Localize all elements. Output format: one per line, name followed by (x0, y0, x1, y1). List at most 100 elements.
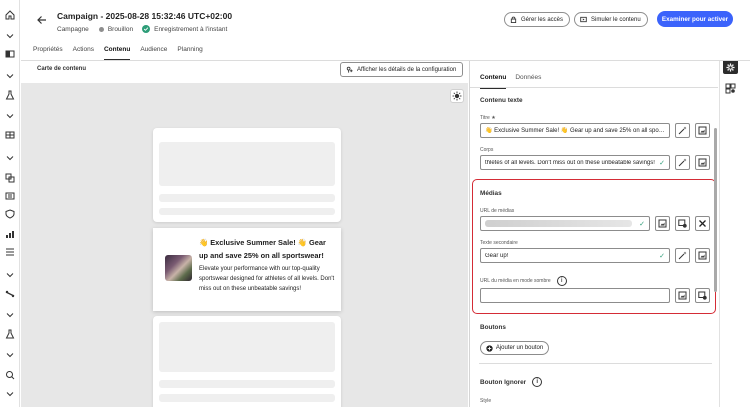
add-circle-icon (486, 344, 493, 352)
personalize-title-button[interactable] (675, 123, 690, 138)
asset-icon (658, 219, 667, 228)
assets-settings-icon[interactable] (725, 81, 736, 94)
templates-icon[interactable] (4, 190, 16, 202)
media-url-label: URL de médias (480, 208, 515, 214)
info-icon[interactable]: i (532, 377, 543, 387)
placeholder-line (159, 394, 335, 402)
placeholder-line (159, 380, 335, 388)
review-to-activate-button[interactable]: Examiner pour activer (657, 11, 733, 27)
chart-icon[interactable] (4, 228, 16, 240)
add-button-button[interactable]: Ajouter un bouton (480, 341, 549, 355)
tab-properties[interactable]: Propriétés (33, 46, 63, 61)
insert-asset-media-button[interactable] (655, 216, 670, 231)
chevron-down-icon[interactable] (4, 309, 16, 321)
style-label: Style (480, 398, 492, 404)
save-status: Enregistrement à l'instant (154, 25, 228, 33)
placeholder-line (159, 194, 335, 202)
secondary-text-value: Gear up! (485, 252, 509, 259)
insert-asset-title-button[interactable] (695, 123, 710, 138)
add-button-label: Ajouter un bouton (495, 345, 544, 351)
tab-planning[interactable]: Planning (177, 46, 202, 61)
select-dark-media-button[interactable] (695, 288, 710, 303)
text-content-heading: Contenu texte (480, 97, 523, 104)
panel-tabs-divider (470, 87, 718, 88)
canvas-label: Carte de contenu (37, 66, 87, 72)
media-heading: Médias (480, 190, 502, 197)
settings-icon[interactable] (723, 61, 738, 74)
dark-media-label-text: URL du média en mode sombre (480, 278, 551, 284)
body-field-label: Corps (480, 147, 494, 153)
flask-icon[interactable] (4, 328, 16, 340)
main-tabs: Propriétés Actions Contenu Audience Plan… (33, 46, 213, 61)
media-url-field[interactable]: ✓ (480, 216, 650, 231)
chevron-down-icon[interactable] (4, 30, 16, 42)
chevron-down-icon[interactable] (4, 70, 16, 82)
panel-scrollbar[interactable] (714, 128, 717, 292)
saved-check-icon (142, 25, 151, 33)
magic-wand-icon (678, 126, 687, 135)
personalize-secondary-button[interactable] (675, 248, 690, 263)
valid-check-icon: ✓ (639, 220, 645, 228)
chevron-down-icon[interactable] (4, 269, 16, 281)
magic-wand-icon (678, 158, 687, 167)
placeholder-card (153, 128, 341, 222)
personalize-body-button[interactable] (675, 155, 690, 170)
insert-asset-body-button[interactable] (695, 155, 710, 170)
placeholder-block (159, 142, 335, 186)
asset-icon (678, 291, 687, 300)
tab-actions[interactable]: Actions (73, 46, 94, 61)
show-config-details-label: Afficher les détails de la configuration (357, 66, 457, 73)
settings-search-icon[interactable] (4, 369, 16, 381)
content-card-preview[interactable]: 👋 Exclusive Summer Sale! 👋 Gear up and s… (153, 228, 341, 311)
valid-check-icon: ✓ (659, 159, 665, 167)
table-icon[interactable] (4, 129, 16, 141)
magic-wand-icon (678, 251, 687, 260)
insert-asset-secondary-button[interactable] (695, 248, 710, 263)
campaign-meta: Campagne Brouillon Enregistrement à l'in… (57, 25, 227, 33)
close-icon (699, 220, 706, 227)
dark-media-url-field[interactable] (480, 288, 670, 303)
connector-icon[interactable] (4, 288, 16, 300)
tab-content[interactable]: Contenu (103, 46, 131, 61)
body-field-value: thletes of all levels. Don't miss out on… (485, 159, 655, 166)
ignore-button-heading-text: Bouton Ignorer (480, 378, 527, 386)
media-url-value (485, 220, 633, 227)
tab-audience[interactable]: Audience (140, 46, 167, 61)
manage-access-button[interactable]: Gérer les accès (504, 12, 571, 27)
chevron-down-icon[interactable] (4, 152, 16, 164)
info-icon[interactable]: i (556, 276, 567, 286)
simulate-content-label: Simuler le contenu (591, 16, 641, 23)
secondary-text-field[interactable]: Gear up! ✓ (480, 248, 670, 263)
back-arrow-icon[interactable] (36, 13, 48, 25)
show-config-details-button[interactable]: Afficher les détails de la configuration (340, 62, 464, 77)
left-nav-rail (0, 0, 20, 407)
notification-body: Elevate your performance with our top-qu… (199, 266, 335, 292)
list-icon[interactable] (4, 246, 16, 258)
placeholder-card (153, 316, 341, 407)
lock-icon (510, 16, 517, 23)
home-icon[interactable] (4, 9, 16, 21)
clear-media-button[interactable] (695, 216, 710, 231)
asset-icon (698, 251, 707, 260)
section-divider (479, 363, 712, 364)
manage-access-label: Gérer les accès (521, 16, 564, 23)
campaign-icon[interactable] (4, 48, 16, 60)
chevron-down-icon[interactable] (4, 349, 16, 361)
asset-icon (698, 126, 707, 135)
insert-asset-dark-media-button[interactable] (675, 288, 690, 303)
chevron-down-icon[interactable] (4, 388, 16, 400)
preview-icon (580, 16, 587, 23)
select-media-button[interactable] (675, 216, 690, 231)
fragments-icon[interactable] (4, 172, 16, 184)
simulate-content-button[interactable]: Simuler le contenu (574, 12, 648, 27)
title-field[interactable]: 👋 Exclusive Summer Sale! 👋 Gear up and s… (480, 123, 670, 138)
status-dot-icon (98, 26, 104, 32)
chevron-down-icon[interactable] (4, 110, 16, 122)
body-field[interactable]: thletes of all levels. Don't miss out on… (480, 155, 670, 170)
theme-toggle-icon[interactable] (450, 89, 464, 103)
title-field-label: Titre ★ (480, 115, 496, 121)
shield-icon[interactable] (4, 208, 16, 220)
placeholder-line (159, 208, 335, 215)
flask-icon[interactable] (4, 89, 16, 101)
right-tool-rail (719, 61, 750, 407)
